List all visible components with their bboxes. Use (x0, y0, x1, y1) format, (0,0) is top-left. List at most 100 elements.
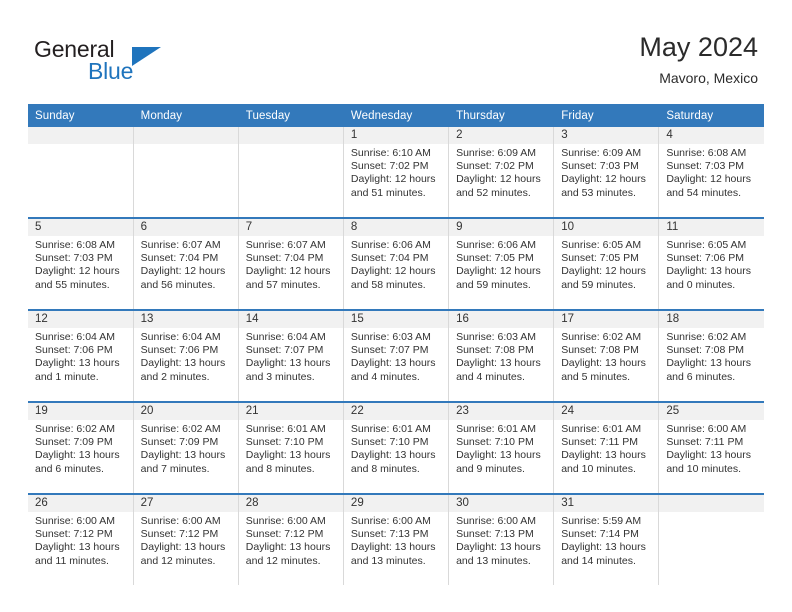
weekday-header-row: Sunday Monday Tuesday Wednesday Thursday… (28, 104, 764, 127)
daylight-text-line2: and 56 minutes. (140, 278, 216, 291)
weekday-header-saturday: Saturday (658, 104, 764, 127)
day-number: 24 (554, 403, 659, 420)
day-number: 8 (343, 219, 449, 236)
calendar-day-cell[interactable]: 3 Sunrise: 6:09 AM Sunset: 7:03 PM Daylight… (553, 127, 660, 219)
day-details: Sunrise: 6:05 AM Sunset: 7:06 PM Daylight:… (659, 236, 764, 292)
calendar-day-cell[interactable]: 20 Sunrise: 6:02 AM Sunset: 7:09 PM Dayligh… (133, 402, 239, 495)
calendar-day-cell[interactable]: 28 Sunrise: 6:00 AM Sunset: 7:12 PM Dayligh… (238, 494, 344, 585)
daylight-text-line1: Daylight: 13 hours (140, 357, 226, 370)
day-details: Sunrise: 6:07 AM Sunset: 7:04 PM Daylight:… (134, 236, 238, 292)
calendar-day-cell[interactable]: 2 Sunrise: 6:09 AM Sunset: 7:02 PM Daylight… (448, 127, 555, 219)
calendar-day-cell[interactable]: 7 Sunrise: 6:07 AM Sunset: 7:04 PM Daylight… (238, 218, 344, 311)
daylight-text-line1: Daylight: 12 hours (350, 173, 436, 186)
calendar-day-cell[interactable]: 4 Sunrise: 6:08 AM Sunset: 7:03 PM Daylight… (658, 127, 764, 219)
sunset-text: Sunset: 7:09 PM (140, 436, 219, 449)
daylight-text-line2: and 6 minutes. (35, 462, 104, 475)
sunset-text: Sunset: 7:13 PM (456, 528, 534, 541)
day-details: Sunrise: 6:02 AM Sunset: 7:09 PM Daylight:… (28, 420, 133, 476)
calendar-day-cell[interactable]: 17 Sunrise: 6:02 AM Sunset: 7:08 PM Dayligh… (553, 310, 660, 403)
calendar-day-cell[interactable]: 12 Sunrise: 6:04 AM Sunset: 7:06 PM Dayligh… (28, 310, 134, 403)
sunrise-text: Sunrise: 6:01 AM (561, 423, 642, 435)
sunrise-text: Sunrise: 6:01 AM (350, 423, 431, 435)
day-cell-inner: 27 Sunrise: 6:00 AM Sunset: 7:12 PM Dayligh… (133, 495, 238, 585)
sunset-text: Sunset: 7:11 PM (666, 436, 744, 449)
calendar-day-cell[interactable]: 23 Sunrise: 6:01 AM Sunset: 7:10 PM Dayligh… (448, 402, 555, 495)
calendar-day-cell[interactable]: 10 Sunrise: 6:05 AM Sunset: 7:05 PM Dayligh… (553, 218, 660, 311)
day-cell-inner: 19 Sunrise: 6:02 AM Sunset: 7:09 PM Dayligh… (28, 403, 133, 493)
day-details: Sunrise: 6:00 AM Sunset: 7:12 PM Daylight:… (239, 512, 343, 568)
calendar-day-cell[interactable]: 1 Sunrise: 6:10 AM Sunset: 7:02 PM Daylight… (343, 127, 450, 219)
calendar-day-cell[interactable]: 29 Sunrise: 6:00 AM Sunset: 7:13 PM Dayligh… (343, 494, 450, 585)
daylight-text-line1: Daylight: 13 hours (350, 357, 436, 370)
sunset-text: Sunset: 7:05 PM (561, 252, 639, 265)
sunrise-text: Sunrise: 6:07 AM (245, 239, 326, 251)
day-details: Sunrise: 6:01 AM Sunset: 7:10 PM Daylight:… (344, 420, 448, 476)
calendar-day-cell[interactable]: 31 Sunrise: 5:59 AM Sunset: 7:14 PM Dayligh… (553, 494, 660, 585)
calendar-day-cell[interactable]: 15 Sunrise: 6:03 AM Sunset: 7:07 PM Dayligh… (343, 310, 450, 403)
daylight-text-line2: and 4 minutes. (456, 370, 525, 383)
sunset-text: Sunset: 7:06 PM (666, 252, 744, 265)
day-number: 5 (28, 219, 133, 236)
daylight-text-line1: Daylight: 12 hours (456, 265, 541, 278)
day-number: 12 (28, 311, 133, 328)
calendar-day-cell[interactable]: 30 Sunrise: 6:00 AM Sunset: 7:13 PM Dayligh… (448, 494, 555, 585)
daylight-text-line2: and 1 minute. (35, 370, 99, 383)
sunset-text: Sunset: 7:04 PM (140, 252, 219, 265)
day-cell-inner: 13 Sunrise: 6:04 AM Sunset: 7:06 PM Dayligh… (133, 311, 238, 401)
daylight-text-line2: and 54 minutes. (666, 186, 742, 199)
calendar-week-row: 5 Sunrise: 6:08 AM Sunset: 7:03 PM Daylight… (28, 218, 764, 311)
calendar-day-cell[interactable]: 9 Sunrise: 6:06 AM Sunset: 7:05 PM Daylight… (448, 218, 555, 311)
daylight-text-line2: and 10 minutes. (561, 462, 636, 475)
day-number: 23 (449, 403, 554, 420)
calendar-day-cell[interactable]: 22 Sunrise: 6:01 AM Sunset: 7:10 PM Dayligh… (343, 402, 450, 495)
day-number: 14 (238, 311, 343, 328)
calendar-day-cell[interactable]: 6 Sunrise: 6:07 AM Sunset: 7:04 PM Daylight… (133, 218, 239, 311)
calendar-day-cell[interactable]: 18 Sunrise: 6:02 AM Sunset: 7:08 PM Dayligh… (658, 310, 764, 403)
daylight-text-line1: Daylight: 13 hours (245, 541, 331, 554)
day-details: Sunrise: 6:00 AM Sunset: 7:13 PM Daylight:… (449, 512, 553, 568)
brand-logo[interactable]: General Blue (34, 36, 254, 92)
daylight-text-line2: and 12 minutes. (245, 554, 321, 567)
daylight-text-line1: Daylight: 13 hours (350, 449, 436, 462)
calendar-day-cell[interactable]: 27 Sunrise: 6:00 AM Sunset: 7:12 PM Dayligh… (133, 494, 239, 585)
calendar-day-cell[interactable]: 24 Sunrise: 6:01 AM Sunset: 7:11 PM Dayligh… (553, 402, 660, 495)
calendar-day-cell[interactable]: 26 Sunrise: 6:00 AM Sunset: 7:12 PM Dayligh… (28, 494, 134, 585)
calendar-page: General Blue May 2024 Mavoro, Mexico Sun… (0, 0, 792, 612)
calendar-day-cell[interactable]: 25 Sunrise: 6:00 AM Sunset: 7:11 PM Dayligh… (658, 402, 764, 495)
day-details: Sunrise: 6:02 AM Sunset: 7:08 PM Daylight:… (659, 328, 764, 384)
calendar-day-cell[interactable]: 8 Sunrise: 6:06 AM Sunset: 7:04 PM Daylight… (343, 218, 450, 311)
calendar-day-cell[interactable]: 5 Sunrise: 6:08 AM Sunset: 7:03 PM Daylight… (28, 218, 134, 311)
day-cell-inner: 11 Sunrise: 6:05 AM Sunset: 7:06 PM Dayligh… (659, 219, 764, 309)
day-cell-inner: 5 Sunrise: 6:08 AM Sunset: 7:03 PM Daylight… (28, 219, 133, 309)
daylight-text-line2: and 0 minutes. (666, 278, 736, 291)
calendar-day-cell-empty (238, 127, 344, 219)
calendar-day-cell[interactable]: 16 Sunrise: 6:03 AM Sunset: 7:08 PM Dayligh… (448, 310, 555, 403)
sunset-text: Sunset: 7:11 PM (561, 436, 639, 449)
day-number (238, 127, 343, 144)
calendar-week-row: 1 Sunrise: 6:10 AM Sunset: 7:02 PM Daylight… (28, 127, 764, 219)
day-details: Sunrise: 6:10 AM Sunset: 7:02 PM Daylight:… (344, 144, 448, 200)
brand-name-blue: Blue (88, 58, 134, 84)
day-details: Sunrise: 6:04 AM Sunset: 7:06 PM Daylight:… (28, 328, 133, 384)
day-cell-inner: 31 Sunrise: 5:59 AM Sunset: 7:14 PM Dayligh… (554, 495, 659, 585)
calendar-day-cell-empty (133, 127, 239, 219)
daylight-text-line2: and 10 minutes. (666, 462, 742, 475)
sunrise-text: Sunrise: 6:09 AM (456, 147, 537, 159)
calendar-day-cell[interactable]: 21 Sunrise: 6:01 AM Sunset: 7:10 PM Dayligh… (238, 402, 344, 495)
calendar-day-cell[interactable]: 14 Sunrise: 6:04 AM Sunset: 7:07 PM Dayligh… (238, 310, 344, 403)
calendar-day-cell[interactable]: 13 Sunrise: 6:04 AM Sunset: 7:06 PM Dayligh… (133, 310, 239, 403)
blue-triangle-logo-icon (132, 47, 161, 66)
daylight-text-line2: and 13 minutes. (456, 554, 531, 567)
sunset-text: Sunset: 7:12 PM (245, 528, 324, 541)
calendar-day-cell[interactable]: 19 Sunrise: 6:02 AM Sunset: 7:09 PM Dayligh… (28, 402, 134, 495)
day-cell-inner: 16 Sunrise: 6:03 AM Sunset: 7:08 PM Dayligh… (449, 311, 554, 401)
day-cell-inner: 30 Sunrise: 6:00 AM Sunset: 7:13 PM Dayligh… (449, 495, 554, 585)
sunset-text: Sunset: 7:06 PM (35, 344, 113, 357)
day-number: 17 (554, 311, 659, 328)
daylight-text-line1: Daylight: 12 hours (245, 265, 331, 278)
calendar-day-cell[interactable]: 11 Sunrise: 6:05 AM Sunset: 7:06 PM Dayligh… (658, 218, 764, 311)
calendar-table: Sunday Monday Tuesday Wednesday Thursday… (28, 104, 764, 585)
sunset-text: Sunset: 7:03 PM (35, 252, 113, 265)
day-number: 1 (343, 127, 449, 144)
day-number: 2 (449, 127, 554, 144)
